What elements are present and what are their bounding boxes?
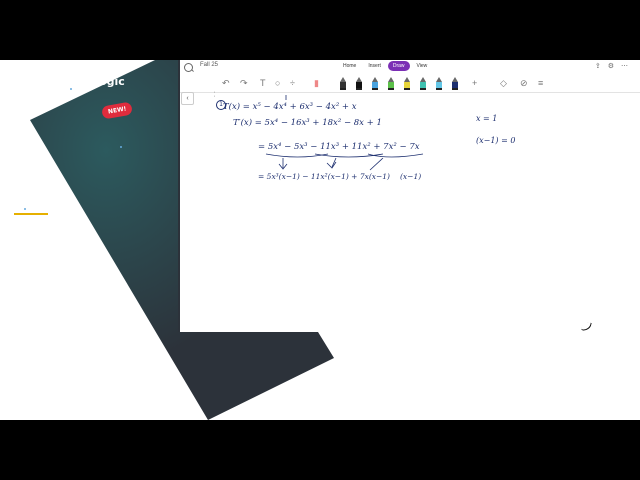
letterbox-top <box>0 0 640 60</box>
accent-line <box>14 213 48 215</box>
ink-common-factor: (x−1) <box>400 172 422 181</box>
ink-root: x = 1 <box>476 114 498 123</box>
video-frame: Fall 25 Home Insert Draw View ⇪ ⚙ ⋯ ↶ ↷ … <box>0 60 640 420</box>
letterbox-bottom <box>0 420 640 480</box>
ink-root-equation: (x−1) = 0 <box>476 136 516 145</box>
promo-overlay: Logic NEW! <box>0 60 340 420</box>
sparkle-dot <box>24 208 26 210</box>
brand-name: Logic <box>92 75 125 88</box>
sparkle-dot <box>120 146 122 148</box>
sparkle-dot <box>70 88 72 90</box>
promo-shape <box>30 60 334 420</box>
